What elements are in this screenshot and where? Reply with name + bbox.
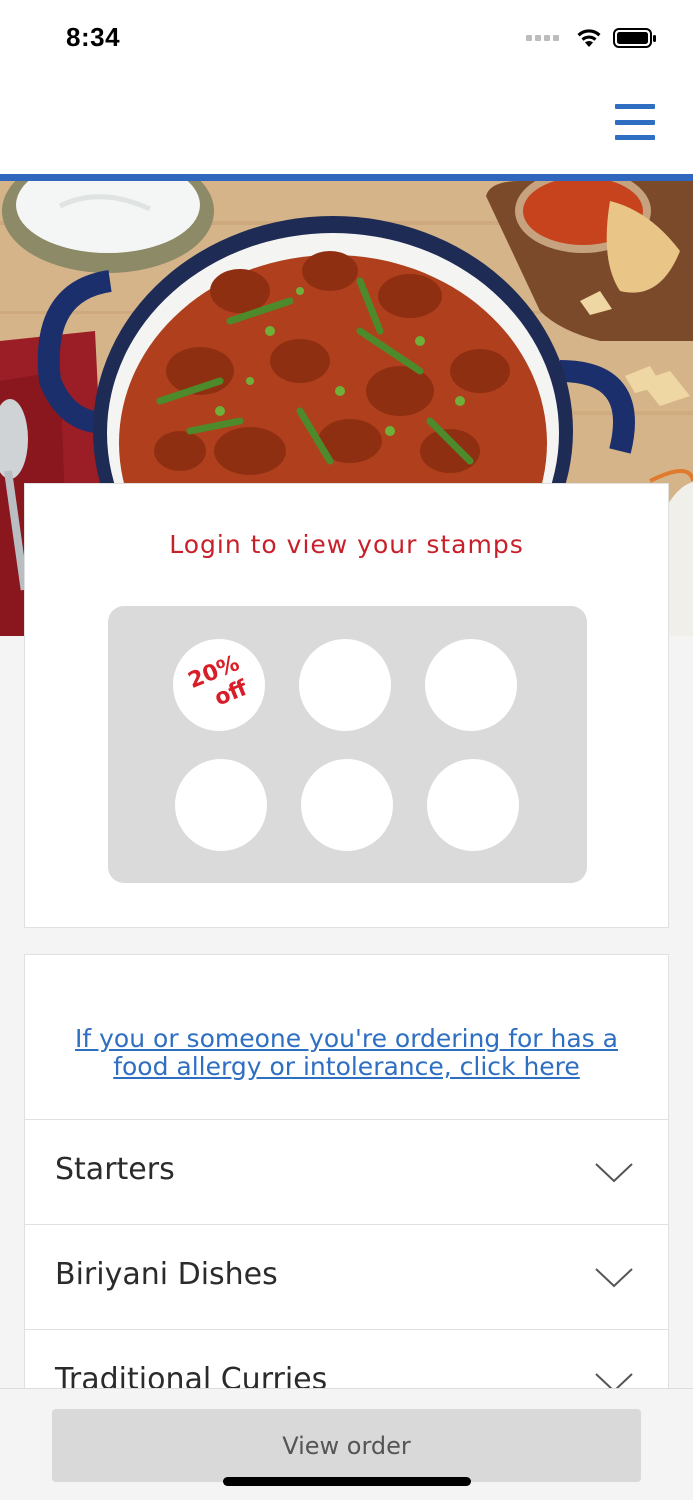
reward-label: 20% off: [159, 625, 279, 745]
menu-card: If you or someone you're ordering for ha…: [24, 954, 669, 1394]
stamp-slot: [299, 639, 391, 731]
chevron-down-icon: [595, 1268, 633, 1288]
category-row-traditional-curries[interactable]: Traditional Curries: [25, 1329, 668, 1393]
status-icons: [526, 26, 657, 50]
status-time: 8:34: [66, 22, 121, 52]
wifi-icon: [577, 29, 601, 47]
status-bar: 8:34: [0, 0, 693, 76]
header-divider: [0, 174, 693, 181]
stamp-board: 20% off: [108, 606, 587, 883]
stamp-slot: [175, 759, 267, 851]
stamp-slot-reward: 20% off: [173, 639, 265, 731]
hamburger-menu-icon[interactable]: [615, 104, 655, 140]
category-row-biriyani[interactable]: Biriyani Dishes: [25, 1224, 668, 1329]
stamp-card: Login to view your stamps 20% off: [24, 483, 669, 928]
signal-icon: [526, 35, 559, 41]
category-row-starters[interactable]: Starters: [25, 1119, 668, 1224]
chevron-down-icon: [595, 1163, 633, 1183]
login-stamps-prompt[interactable]: Login to view your stamps: [25, 530, 668, 559]
category-label: Starters: [55, 1152, 175, 1187]
allergy-info-link[interactable]: If you or someone you're ordering for ha…: [55, 1025, 638, 1081]
stamp-slot: [301, 759, 393, 851]
view-order-button[interactable]: View order: [52, 1409, 641, 1482]
category-label: Biriyani Dishes: [55, 1257, 278, 1292]
stamp-slot: [425, 639, 517, 731]
battery-icon: [613, 28, 656, 48]
stamp-slot: [427, 759, 519, 851]
app-header: [0, 76, 693, 174]
home-indicator[interactable]: [223, 1477, 471, 1486]
